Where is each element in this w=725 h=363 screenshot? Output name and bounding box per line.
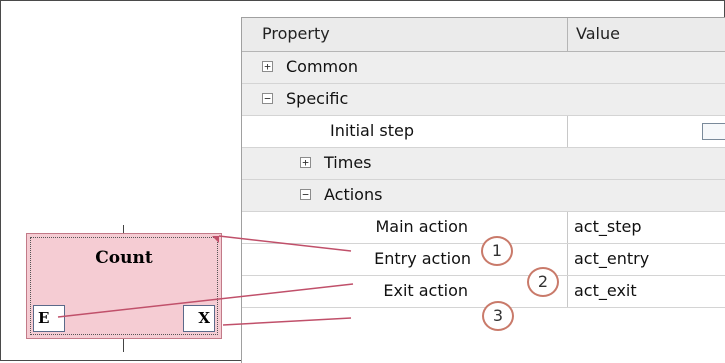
connector-main <box>218 235 352 252</box>
callout-2: 2 <box>527 267 559 297</box>
callout-1: 1 <box>481 236 513 266</box>
connector-entry <box>57 283 354 318</box>
screenshot-frame: Property Value + Common − Specific Initi… <box>0 0 725 363</box>
callout-connectors <box>57 235 354 326</box>
connector-exit <box>222 317 352 326</box>
callout-3: 3 <box>482 301 514 331</box>
